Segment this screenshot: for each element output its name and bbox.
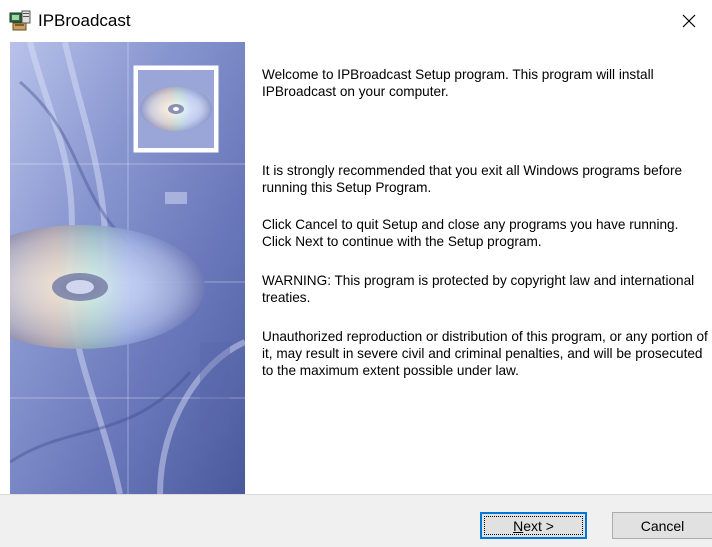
- cd-disc-thumbnail-image: [140, 87, 212, 131]
- close-button[interactable]: [666, 0, 712, 42]
- setup-window: IPBroadcast Welcome to IPBroadcast Setup…: [0, 0, 712, 547]
- button-bar: Next > Cancel: [0, 494, 712, 547]
- cancel-button[interactable]: Cancel: [612, 512, 712, 539]
- welcome-paragraph: Welcome to IPBroadcast Setup program. Th…: [262, 67, 654, 99]
- window-title: IPBroadcast: [38, 11, 131, 30]
- warning-paragraph: WARNING: This program is protected by co…: [262, 273, 695, 305]
- next-button[interactable]: Next >: [480, 512, 587, 539]
- title-bar: IPBroadcast: [0, 0, 712, 42]
- exit-programs-paragraph: It is strongly recommended that you exit…: [262, 163, 683, 195]
- close-icon: [682, 14, 696, 28]
- cd-disc-banner-image: [10, 42, 245, 494]
- cancel-button-label: Cancel: [640, 517, 685, 534]
- next-button-label: Next >: [513, 517, 554, 534]
- instructions-paragraph: Click Cancel to quit Setup and close any…: [262, 217, 679, 249]
- installer-computer-icon: [9, 10, 31, 32]
- legal-paragraph: Unauthorized reproduction or distributio…: [262, 329, 708, 378]
